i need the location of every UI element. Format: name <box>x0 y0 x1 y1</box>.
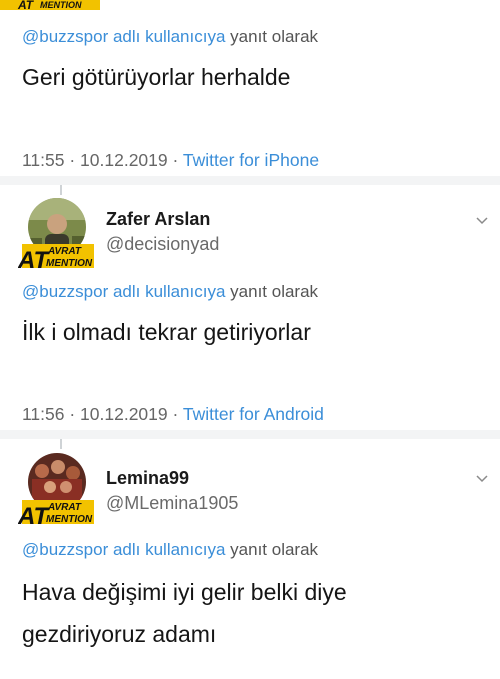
tweet-source-link[interactable]: Twitter for Android <box>183 404 324 424</box>
tweet-source-link[interactable]: Twitter for iPhone <box>183 150 319 170</box>
chevron-down-icon[interactable] <box>476 215 488 227</box>
reply-context: @buzzspor adlı kullanıcıya yanıt olarak <box>22 540 318 560</box>
reply-handle-link[interactable]: @buzzspor adlı kullanıcıya <box>22 282 225 301</box>
tweet-divider <box>0 430 500 439</box>
tweet-text: Geri götürüyorlar herhalde <box>22 64 291 90</box>
thread-connector <box>60 439 62 449</box>
tweet-text-line-1: Hava değişimi iyi gelir belki diye <box>22 579 347 605</box>
reply-suffix: yanıt olarak <box>230 27 319 46</box>
watermark-logo: AT AVRAT MENTION <box>18 500 94 528</box>
user-handle[interactable]: @decisionyad <box>106 234 219 255</box>
svg-text:AT: AT <box>17 0 35 12</box>
tweet-timestamp[interactable]: 11:56 · 10.12.2019 · <box>22 404 178 424</box>
tweet-text-line-2: gezdiriyoruz adamı <box>22 621 217 647</box>
tweet-divider <box>0 176 500 185</box>
reply-suffix: yanıt olarak <box>230 282 319 301</box>
svg-text:AVRAT: AVRAT <box>47 502 82 513</box>
svg-text:MENTION: MENTION <box>46 258 93 269</box>
tweet-timestamp[interactable]: 11:55 · 10.12.2019 · <box>22 150 178 170</box>
svg-text:MENTION: MENTION <box>40 0 82 10</box>
svg-text:MENTION: MENTION <box>46 514 93 525</box>
reply-handle-link[interactable]: @buzzspor adlı kullanıcıya <box>22 540 225 559</box>
tweet-meta: 11:56 · 10.12.2019 · Twitter for Android <box>22 404 324 425</box>
tweet-meta: 11:55 · 10.12.2019 · Twitter for iPhone <box>22 150 319 171</box>
display-name[interactable]: Zafer Arslan <box>106 209 210 230</box>
chevron-down-icon[interactable] <box>476 473 488 485</box>
tweet-text: İlk i olmadı tekrar getiriyorlar <box>22 319 311 345</box>
watermark-logo: AT MENTION <box>0 0 100 12</box>
thread-connector <box>60 185 62 195</box>
watermark-logo: AT AVRAT MENTION <box>18 244 94 272</box>
reply-context: @buzzspor adlı kullanıcıya yanıt olarak <box>22 27 318 47</box>
reply-context: @buzzspor adlı kullanıcıya yanıt olarak <box>22 282 318 302</box>
reply-handle-link[interactable]: @buzzspor adlı kullanıcıya <box>22 27 225 46</box>
reply-suffix: yanıt olarak <box>230 540 319 559</box>
user-handle[interactable]: @MLemina1905 <box>106 493 238 514</box>
svg-text:AVRAT: AVRAT <box>47 246 82 257</box>
display-name[interactable]: Lemina99 <box>106 468 189 489</box>
